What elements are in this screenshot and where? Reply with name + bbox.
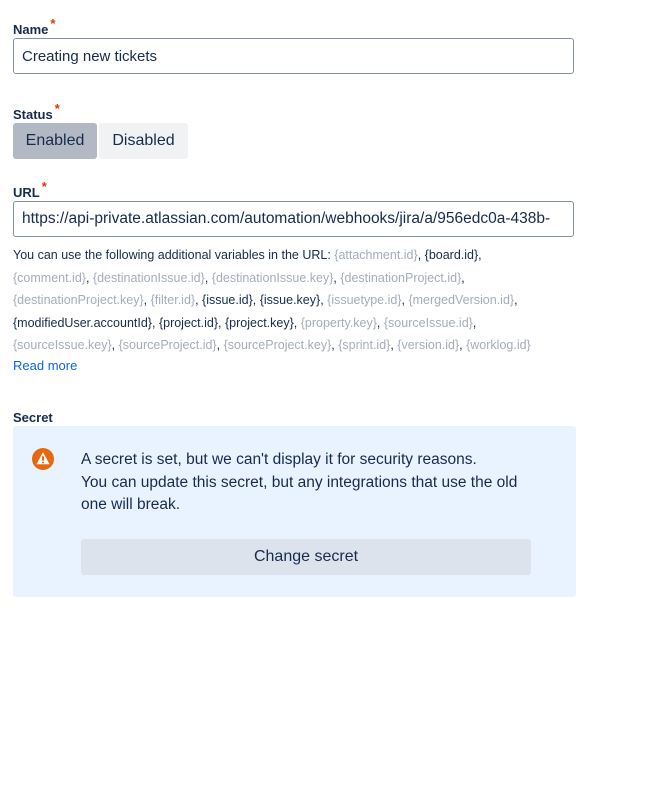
url-variables-help: You can use the following additional var… — [13, 244, 553, 357]
secret-message-line1: A secret is set, but we can't display it… — [81, 451, 477, 468]
required-marker: * — [54, 101, 60, 116]
status-label: Status * — [13, 101, 60, 123]
required-marker: * — [41, 179, 47, 194]
url-variable: {filter.id} — [150, 293, 196, 307]
change-secret-button[interactable]: Change secret — [81, 539, 531, 575]
name-input[interactable]: Creating new tickets — [13, 38, 574, 74]
url-help-intro: You can use the following additional var… — [13, 248, 335, 262]
status-disabled-button[interactable]: Disabled — [99, 123, 188, 159]
url-variable: {issuetype.id} — [327, 293, 402, 307]
url-variable: {destinationProject.key} — [13, 293, 144, 307]
read-more-link[interactable]: Read more — [13, 358, 77, 373]
url-variable: {sprint.id} — [338, 338, 391, 352]
status-enabled-button[interactable]: Enabled — [13, 123, 97, 159]
url-label: URL * — [13, 179, 47, 201]
secret-info-panel: A secret is set, but we can't display it… — [13, 426, 576, 597]
url-input[interactable]: https://api-private.atlassian.com/automa… — [13, 201, 574, 237]
url-variable: {destinationIssue.key} — [211, 270, 334, 285]
url-variable: {project.key} — [224, 315, 294, 330]
url-variable: {sourceProject.key} — [223, 338, 332, 352]
name-label: Name * — [13, 16, 55, 38]
url-variable: {property.key} — [300, 315, 377, 330]
url-variable: {issue.id} — [202, 293, 253, 307]
url-variable: {destinationIssue.id} — [92, 270, 205, 285]
url-variable-list: {attachment.id}, {board.id}, {comment.id… — [13, 248, 531, 352]
name-label-text: Name — [13, 22, 49, 37]
name-input-value: Creating new tickets — [22, 47, 158, 65]
url-label-text: URL — [13, 185, 40, 200]
url-variable: {issue.key} — [259, 293, 321, 307]
secret-message-line2: You can update this secret, but any inte… — [81, 473, 518, 514]
secret-label: Secret — [13, 410, 53, 425]
warning-icon — [32, 448, 54, 470]
url-variable: {project.id} — [158, 315, 219, 330]
url-variable: {sourceIssue.key} — [13, 338, 112, 352]
url-input-value: https://api-private.atlassian.com/automa… — [22, 210, 551, 227]
url-variable: {mergedVersion.id} — [408, 293, 515, 307]
url-variable: {comment.id} — [13, 270, 86, 285]
url-variable: {destinationProject.id} — [340, 270, 462, 285]
url-variable: {version.id} — [397, 338, 460, 352]
url-variable: {modifiedUser.accountId} — [13, 315, 152, 330]
url-variable: {worklog.id} — [466, 338, 531, 352]
url-variable: {sourceIssue.id} — [383, 315, 473, 330]
status-toggle-group: Enabled Disabled — [13, 123, 188, 159]
webhook-settings-form: Name * Creating new tickets Status * Enabl… — [0, 0, 651, 801]
url-variable: {board.id} — [424, 248, 479, 262]
required-marker: * — [50, 16, 56, 31]
status-label-text: Status — [13, 107, 53, 122]
url-variable: {attachment.id} — [334, 248, 418, 262]
url-variable: {sourceProject.id} — [118, 338, 217, 352]
secret-message: A secret is set, but we can't display it… — [81, 449, 541, 517]
